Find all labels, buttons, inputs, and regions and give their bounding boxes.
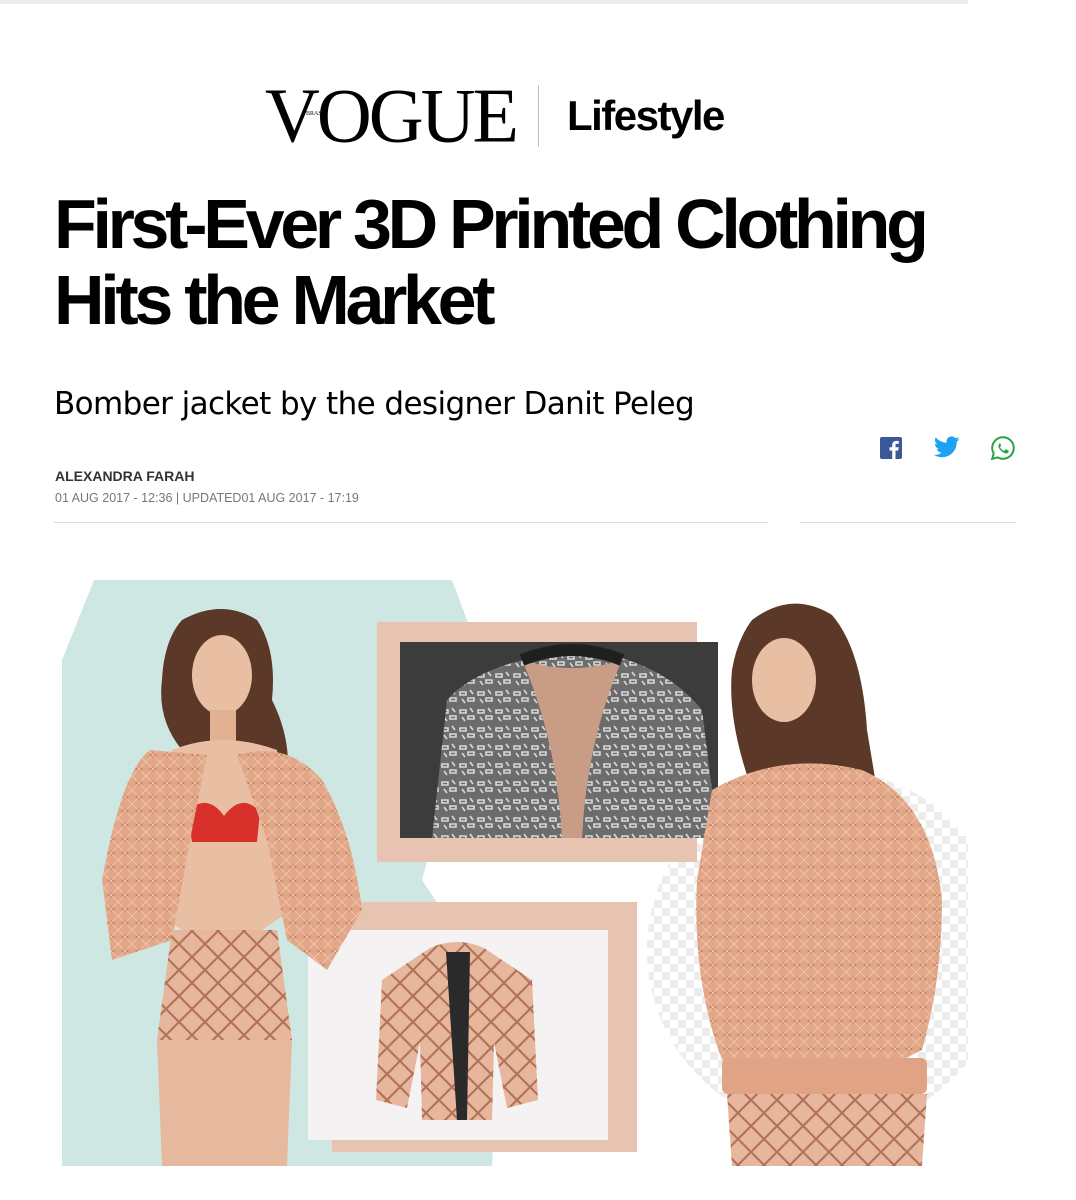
left-model-shorts bbox=[157, 930, 292, 1040]
divider-right bbox=[800, 522, 1016, 523]
right-model-face bbox=[752, 638, 816, 722]
divider-left bbox=[54, 522, 768, 523]
hero-image[interactable] bbox=[62, 580, 968, 1166]
headline-line-1: First-Ever 3D Printed Clothing bbox=[54, 185, 929, 263]
article-dateline: 01 AUG 2017 - 12:36 | UPDATED01 AUG 2017… bbox=[55, 491, 359, 505]
author-name[interactable]: ALEXANDRA FARAH bbox=[55, 468, 194, 484]
share-facebook-button[interactable] bbox=[877, 434, 905, 462]
headline-line-2: Hits the Market bbox=[54, 261, 496, 339]
masthead-divider bbox=[537, 85, 539, 147]
right-model-shorts bbox=[727, 1094, 927, 1166]
section-link-lifestyle[interactable]: Lifestyle bbox=[567, 92, 725, 140]
left-model-legs bbox=[157, 1040, 292, 1166]
twitter-icon bbox=[934, 436, 960, 458]
vogue-logo-subtext: BRASIL bbox=[306, 110, 328, 118]
top-scroll-bar bbox=[0, 0, 968, 4]
article-headline: First-Ever 3D Printed Clothing Hits the … bbox=[54, 186, 1044, 338]
masthead: VOGUE BRASIL Lifestyle bbox=[265, 77, 725, 155]
left-model-face bbox=[192, 635, 252, 715]
right-model-jacket-hem bbox=[722, 1058, 927, 1094]
vogue-logo-text: VOGUE bbox=[265, 73, 519, 159]
vogue-logo[interactable]: VOGUE BRASIL bbox=[265, 77, 519, 155]
article-subheadline: Bomber jacket by the designer Danit Pele… bbox=[54, 386, 695, 422]
share-whatsapp-button[interactable] bbox=[989, 434, 1017, 462]
right-model-jacket bbox=[696, 763, 942, 1080]
facebook-icon bbox=[880, 437, 902, 459]
whatsapp-icon bbox=[990, 436, 1015, 461]
share-twitter-button[interactable] bbox=[933, 434, 961, 462]
